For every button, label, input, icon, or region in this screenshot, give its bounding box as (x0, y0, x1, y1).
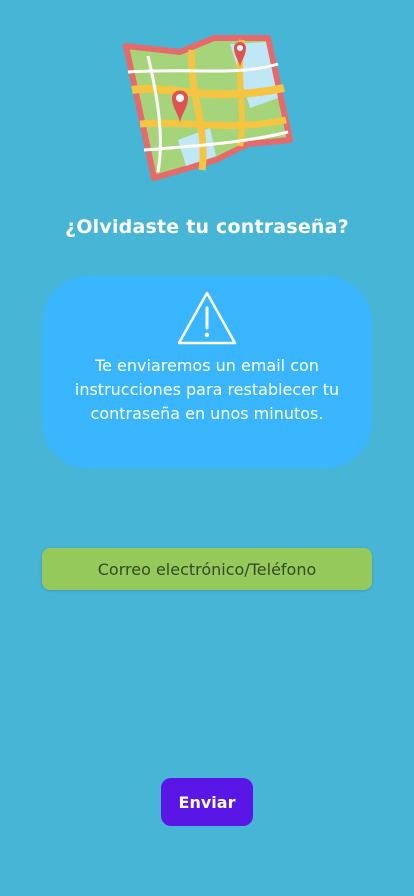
page-title: ¿Olvidaste tu contraseña? (65, 216, 349, 238)
contact-input[interactable] (42, 548, 372, 590)
info-message: Te enviaremos un email con instrucciones… (74, 356, 340, 423)
send-button[interactable]: Enviar (161, 778, 253, 826)
map-icon (123, 35, 293, 181)
info-card: Te enviaremos un email con instrucciones… (42, 276, 372, 468)
warning-icon (177, 291, 237, 345)
